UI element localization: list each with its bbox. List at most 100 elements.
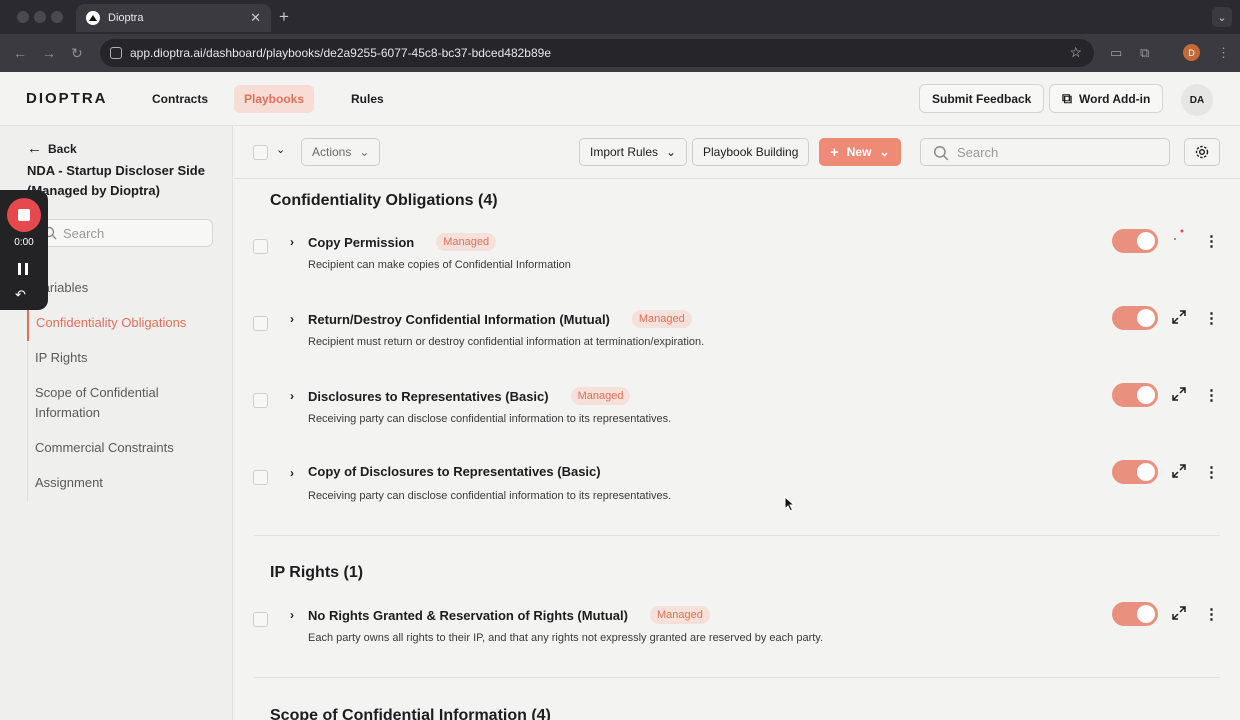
nav-rules[interactable]: Rules: [341, 85, 394, 113]
word-addin-label: Word Add-in: [1079, 91, 1151, 106]
actions-label: Actions: [312, 145, 352, 159]
back-arrow-icon[interactable]: ←: [13, 45, 27, 61]
new-tab-icon[interactable]: +: [279, 7, 289, 27]
more-options-icon[interactable]: ⋮: [1204, 463, 1219, 481]
top-navigation: DIOPTRA Contracts Playbooks Rules Submit…: [0, 72, 1240, 126]
playbook-title: NDA - Startup Discloser Side (Managed by…: [27, 163, 205, 198]
sidebar-item-confidentiality-obligations[interactable]: Confidentiality Obligations: [27, 306, 217, 341]
sidebar-item-scope-of-confidential-information[interactable]: Scope of Confidential Information: [28, 376, 217, 431]
chevron-right-icon[interactable]: ›: [290, 389, 294, 403]
rule-row[interactable]: › Copy Permission Managed Recipient can …: [234, 229, 1240, 303]
rule-enabled-toggle[interactable]: [1112, 229, 1158, 253]
rule-enabled-toggle[interactable]: [1112, 602, 1158, 626]
more-options-icon[interactable]: ⋮: [1204, 309, 1219, 327]
rule-description: Receiving party can disclose confidentia…: [308, 490, 672, 502]
managed-badge: Managed: [631, 310, 692, 328]
chevron-right-icon[interactable]: ›: [290, 608, 294, 622]
sidebar-section-list: Variables Confidentiality Obligations IP…: [27, 271, 217, 501]
managed-badge: Managed: [436, 233, 497, 251]
expand-icon[interactable]: [1171, 463, 1187, 479]
rule-row[interactable]: › No Rights Granted & Reservation of Rig…: [234, 602, 1240, 676]
bookmark-star-icon[interactable]: ☆: [1069, 44, 1082, 61]
rule-enabled-toggle[interactable]: [1112, 460, 1158, 484]
rule-row[interactable]: › Copy of Disclosures to Representatives…: [234, 460, 1240, 534]
extensions-puzzle-icon[interactable]: ⧉: [1140, 45, 1149, 61]
section-title-ip-rights: IP Rights (1): [270, 564, 364, 581]
dioptra-favicon-icon: [86, 11, 100, 25]
window-zoom-dot[interactable]: [51, 11, 63, 23]
rule-checkbox[interactable]: [253, 470, 268, 485]
browser-addressbar: ← → ↻ app.dioptra.ai/dashboard/playbooks…: [0, 34, 1240, 72]
sidebar-item-variables[interactable]: Variables: [28, 271, 217, 306]
word-addin-button[interactable]: ⧉ Word Add-in: [1049, 84, 1164, 113]
new-rule-button[interactable]: + New ⌄: [819, 138, 901, 166]
more-options-icon[interactable]: ⋮: [1204, 386, 1219, 404]
window-close-dot[interactable]: [17, 11, 29, 23]
browser-profile-avatar[interactable]: D: [1183, 44, 1200, 61]
rule-header: No Rights Granted & Reservation of Right…: [308, 606, 710, 624]
rule-description: Receiving party can disclose confidentia…: [308, 413, 672, 425]
rule-enabled-toggle[interactable]: [1112, 306, 1158, 330]
chevron-right-icon[interactable]: ›: [290, 312, 294, 326]
chevron-down-icon: ⌄: [879, 145, 890, 159]
chevron-right-icon[interactable]: ›: [290, 466, 294, 480]
managed-badge: Managed: [570, 387, 631, 405]
settings-button[interactable]: [1184, 138, 1220, 166]
rules-main-panel: ⌄ Actions ⌄ Import Rules ⌄ Playbook Buil…: [234, 126, 1240, 720]
nav-playbooks[interactable]: Playbooks: [234, 85, 315, 113]
rule-row[interactable]: › Return/Destroy Confidential Informatio…: [234, 306, 1240, 380]
browser-menu-icon[interactable]: ⋮: [1217, 45, 1230, 61]
forward-arrow-icon[interactable]: →: [42, 45, 56, 61]
chevron-right-icon[interactable]: ›: [290, 235, 294, 249]
back-button[interactable]: ← Back: [27, 140, 77, 157]
sidebar-item-commercial-constraints[interactable]: Commercial Constraints: [28, 431, 217, 466]
search-icon: [933, 145, 949, 161]
rule-checkbox[interactable]: [253, 316, 268, 331]
expand-icon[interactable]: [1171, 605, 1187, 621]
submit-feedback-button[interactable]: Submit Feedback: [919, 84, 1045, 113]
undo-icon[interactable]: ↶: [15, 287, 26, 303]
stop-recording-button[interactable]: [7, 198, 41, 232]
plus-icon: +: [830, 143, 839, 161]
rule-checkbox[interactable]: [253, 239, 268, 254]
url-bar[interactable]: app.dioptra.ai/dashboard/playbooks/de2a9…: [100, 39, 1094, 67]
site-settings-icon[interactable]: [110, 47, 122, 59]
browser-tab[interactable]: Dioptra ✕: [76, 4, 271, 32]
rule-checkbox[interactable]: [253, 393, 268, 408]
rules-search-input[interactable]: Search: [920, 138, 1170, 166]
more-options-icon[interactable]: ⋮: [1204, 605, 1219, 623]
pause-icon[interactable]: [18, 263, 28, 275]
select-all-checkbox[interactable]: [253, 145, 268, 160]
more-options-icon[interactable]: ⋮: [1204, 232, 1219, 250]
tab-close-icon[interactable]: ✕: [250, 10, 261, 26]
cast-icon[interactable]: ▭: [1110, 45, 1122, 61]
select-chevron-down-icon[interactable]: ⌄: [276, 143, 285, 156]
sidebar-item-assignment[interactable]: Assignment: [28, 466, 217, 501]
expand-icon[interactable]: [1171, 309, 1187, 325]
import-rules-label: Import Rules: [590, 145, 659, 159]
rule-row[interactable]: › Disclosures to Representatives (Basic)…: [234, 383, 1240, 457]
sidebar-search-input[interactable]: Search: [30, 219, 213, 247]
rule-description: Each party owns all rights to their IP, …: [308, 632, 824, 644]
tab-title: Dioptra: [108, 12, 144, 24]
chevron-down-icon: ⌄: [359, 145, 370, 159]
dioptra-logo[interactable]: DIOPTRA: [26, 90, 108, 107]
sidebar-item-ip-rights[interactable]: IP Rights: [28, 341, 217, 376]
expand-icon[interactable]: [1171, 227, 1187, 243]
puzzle-icon: ⧉: [1062, 90, 1072, 106]
user-avatar[interactable]: DA: [1181, 84, 1213, 116]
rule-description: Recipient must return or destroy confide…: [308, 336, 705, 348]
actions-dropdown[interactable]: Actions ⌄: [301, 138, 381, 166]
rule-name: Return/Destroy Confidential Information …: [308, 311, 610, 327]
playbook-building-button[interactable]: Playbook Building: [692, 138, 810, 166]
expand-icon[interactable]: [1171, 386, 1187, 402]
reload-icon[interactable]: ↻: [71, 45, 83, 62]
import-rules-dropdown[interactable]: Import Rules ⌄: [579, 138, 688, 166]
nav-contracts[interactable]: Contracts: [142, 85, 218, 113]
tab-search-chevron-icon[interactable]: ⌄: [1212, 7, 1232, 27]
rule-checkbox[interactable]: [253, 612, 268, 627]
recording-time: 0:00: [14, 237, 34, 248]
window-minimize-dot[interactable]: [34, 11, 46, 23]
rule-enabled-toggle[interactable]: [1112, 383, 1158, 407]
rule-header: Return/Destroy Confidential Information …: [308, 310, 692, 328]
